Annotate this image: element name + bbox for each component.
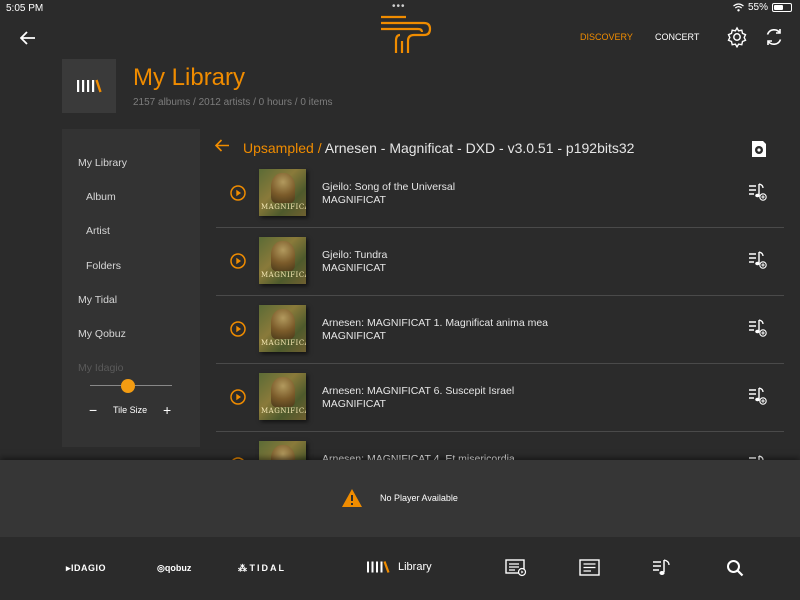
document-list-icon <box>579 559 600 576</box>
track-title[interactable]: Gjeilo: Tundra <box>322 249 387 261</box>
play-circle-icon[interactable] <box>230 321 246 342</box>
track-title[interactable]: Arnesen: MAGNIFICAT 4. Et misericordia <box>322 453 515 460</box>
add-to-queue-icon[interactable] <box>748 182 768 207</box>
album-cover-text: MAGNIFICAT <box>261 203 306 211</box>
breadcrumb-back-button[interactable] <box>214 139 230 157</box>
search-icon <box>727 560 744 577</box>
album-cover-text: MAGNIFICAT <box>261 271 306 279</box>
album-cover-figure <box>271 377 295 407</box>
add-to-queue-icon[interactable] <box>748 250 768 275</box>
library-tile <box>62 59 116 113</box>
breadcrumb-root[interactable]: Upsampled <box>243 140 314 156</box>
bottom-nav-library-label: Library <box>398 561 432 573</box>
album-cover: MAGNIFICAT <box>259 441 306 460</box>
battery-percent: 55% <box>747 2 768 13</box>
sync-icon <box>766 29 782 45</box>
music-queue-icon <box>653 559 670 575</box>
sidebar-item-my-qobuz[interactable]: My Qobuz <box>78 328 126 340</box>
gear-icon <box>727 26 747 49</box>
speaker-icon <box>752 141 766 157</box>
back-arrow-icon <box>20 31 35 45</box>
bottom-nav-search[interactable] <box>726 559 744 582</box>
settings-button[interactable] <box>726 26 748 53</box>
bottom-nav-idagio[interactable]: ▸IDAGIO <box>66 563 106 574</box>
album-cover-text: MAGNIFICAT <box>261 339 306 347</box>
bottom-nav-idagio-label: IDAGIO <box>71 563 107 573</box>
bottom-nav-queue[interactable] <box>505 559 527 582</box>
sidebar-item-artist[interactable]: Artist <box>86 225 110 237</box>
status-indicators: 55% <box>733 2 792 13</box>
track-album: MAGNIFICAT <box>322 262 386 274</box>
library-icon <box>367 561 390 573</box>
back-arrow-icon <box>214 139 229 152</box>
track-title[interactable]: Arnesen: MAGNIFICAT 6. Suscepit Israel <box>322 385 514 397</box>
bottom-nav-qobuz-label: qobuz <box>164 563 192 573</box>
sidebar <box>62 129 200 447</box>
battery-level <box>774 5 783 10</box>
wifi-icon <box>733 3 744 12</box>
page-title: My Library <box>133 64 246 91</box>
album-cover-figure <box>271 309 295 339</box>
nav-discovery[interactable]: DISCOVERY <box>580 32 633 42</box>
sidebar-item-my-tidal[interactable]: My Tidal <box>78 294 117 306</box>
sidebar-item-my-idagio[interactable]: My Idagio <box>78 362 124 374</box>
track-row[interactable]: MAGNIFICATGjeilo: TundraMAGNIFICAT <box>216 228 784 296</box>
player-status-message: No Player Available <box>380 493 458 503</box>
app-logo <box>378 14 432 59</box>
track-row[interactable]: MAGNIFICATArnesen: MAGNIFICAT 6. Suscepi… <box>216 364 784 432</box>
add-to-queue-icon[interactable] <box>748 318 768 343</box>
sidebar-item-folders[interactable]: Folders <box>86 260 121 272</box>
play-circle-icon[interactable] <box>230 253 246 274</box>
track-row[interactable]: MAGNIFICATGjeilo: Song of the UniversalM… <box>216 160 784 228</box>
album-cover-figure <box>271 241 295 271</box>
tidal-logo-icon: ⁂ <box>238 563 250 573</box>
tile-size-slider-knob[interactable] <box>121 379 135 393</box>
album-cover: MAGNIFICAT <box>259 169 306 216</box>
sidebar-item-my-library[interactable]: My Library <box>78 157 127 169</box>
track-album: MAGNIFICAT <box>322 194 386 206</box>
track-title[interactable]: Arnesen: MAGNIFICAT 1. Magnificat anima … <box>322 317 548 329</box>
bottom-nav-library[interactable]: Library <box>366 561 432 573</box>
album-cover-figure <box>271 445 295 460</box>
track-row[interactable]: MAGNIFICAT Arnesen: MAGNIFICAT 4. Et mise… <box>216 432 784 460</box>
breadcrumb-separator: / <box>313 140 325 156</box>
qobuz-logo-icon: ◎ <box>157 563 165 573</box>
sidebar-item-album[interactable]: Album <box>86 191 116 203</box>
warning-icon <box>341 488 363 513</box>
status-time: 5:05 PM <box>6 3 44 14</box>
album-cover-text: MAGNIFICAT <box>261 407 306 415</box>
sync-button[interactable] <box>763 26 785 53</box>
breadcrumb-current-folder: Arnesen - Magnificat - DXD - v3.0.51 - p… <box>324 140 635 156</box>
bottom-nav-tidal-label: TIDAL <box>249 563 287 573</box>
play-circle-icon[interactable] <box>230 389 246 410</box>
breadcrumb: Upsampled / Arnesen - Magnificat - DXD -… <box>243 140 634 156</box>
album-cover: MAGNIFICAT <box>259 373 306 420</box>
track-title[interactable]: Gjeilo: Song of the Universal <box>322 181 455 193</box>
album-cover: MAGNIFICAT <box>259 305 306 352</box>
bottom-nav-tidal[interactable]: ⁂ TIDAL <box>238 563 286 574</box>
bottom-nav-now-playing[interactable] <box>652 559 672 582</box>
track-row[interactable]: MAGNIFICATArnesen: MAGNIFICAT 1. Magnifi… <box>216 296 784 364</box>
back-button[interactable] <box>16 26 40 50</box>
track-album: MAGNIFICAT <box>322 330 386 342</box>
tile-size-decrease-button[interactable]: − <box>89 402 97 418</box>
battery-icon <box>772 3 792 12</box>
bottom-nav-text[interactable] <box>579 559 601 582</box>
library-icon <box>77 79 102 93</box>
add-to-queue-icon[interactable] <box>748 386 768 411</box>
multitask-dots: ••• <box>392 1 406 12</box>
play-circle-icon[interactable] <box>230 185 246 206</box>
album-cover-figure <box>271 173 295 203</box>
tile-size-label: Tile Size <box>113 405 148 415</box>
library-stats: 2157 albums / 2012 artists / 0 hours / 0… <box>133 97 333 108</box>
track-album: MAGNIFICAT <box>322 398 386 410</box>
album-cover: MAGNIFICAT <box>259 237 306 284</box>
playlist-queue-icon <box>505 559 527 577</box>
nav-concert[interactable]: CONCERT <box>655 32 699 42</box>
bottom-nav-qobuz[interactable]: ◎qobuz <box>157 563 191 574</box>
track-list: MAGNIFICATGjeilo: Song of the UniversalM… <box>216 160 784 460</box>
tile-size-increase-button[interactable]: + <box>163 402 171 418</box>
